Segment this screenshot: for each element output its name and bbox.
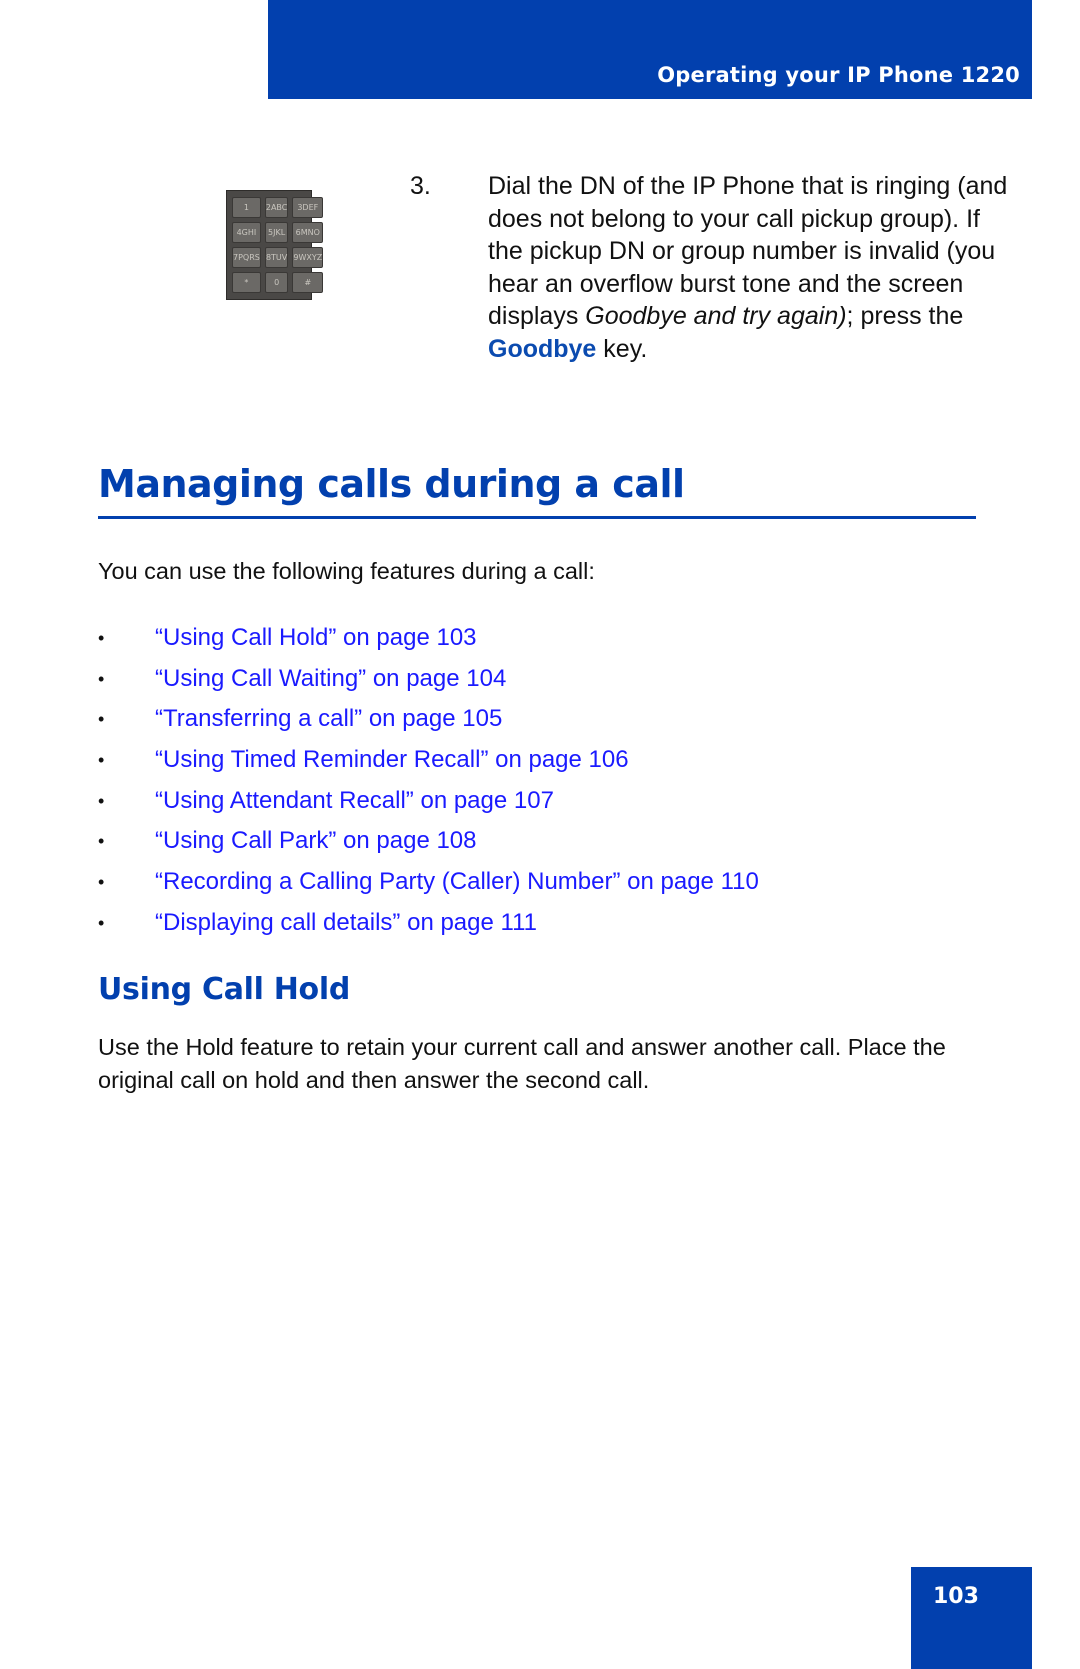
link-transferring-a-call[interactable]: “Transferring a call” on page 105: [155, 703, 502, 735]
dialpad-key: 1: [232, 197, 261, 218]
dialpad-key: 7PQRS: [232, 247, 261, 268]
step-text: Dial the DN of the IP Phone that is ring…: [488, 170, 1008, 365]
goodbye-key-label: Goodbye: [488, 334, 597, 363]
header-title: Operating your IP Phone 1220: [657, 63, 1020, 87]
step-number: 3.: [410, 172, 431, 200]
dialpad-key: 3DEF: [292, 197, 324, 218]
section-title: Managing calls during a call: [98, 462, 685, 506]
step-screen-message: Goodbye and try again): [585, 302, 847, 330]
subsection-body: Use the Hold feature to retain your curr…: [98, 1034, 946, 1093]
dialpad-key: *: [232, 272, 261, 293]
section-intro: You can use the following features durin…: [98, 558, 595, 584]
page-number-box: 103: [911, 1567, 1032, 1669]
bullet-icon: •: [98, 709, 105, 730]
bullet-icon: •: [98, 750, 105, 771]
header-banner: Operating your IP Phone 1220: [268, 0, 1032, 99]
dialpad-key: 6MNO: [292, 222, 324, 243]
step-text-end: key.: [596, 334, 648, 363]
dialpad-image: 1 2ABC 3DEF 4GHI 5JKL 6MNO 7PQRS 8TUV 9W…: [226, 190, 324, 300]
page-number: 103: [933, 1584, 979, 1609]
bullet-icon: •: [98, 831, 105, 852]
subsection-title: Using Call Hold: [98, 972, 351, 1007]
bullet-icon: •: [98, 668, 105, 689]
bullet-icon: •: [98, 628, 105, 648]
link-timed-reminder-recall[interactable]: “Using Timed Reminder Recall” on page 10…: [155, 744, 629, 776]
link-displaying-call-details[interactable]: “Displaying call details” on page 111: [155, 907, 537, 939]
link-attendant-recall[interactable]: “Using Attendant Recall” on page 107: [155, 785, 554, 817]
dialpad-key: 9WXYZ: [292, 247, 324, 268]
link-using-call-waiting[interactable]: “Using Call Waiting” on page 104: [155, 663, 506, 695]
dialpad-key: 0: [264, 272, 289, 293]
dialpad-key: 5JKL: [264, 222, 289, 243]
step-text-middle: ; press the: [846, 302, 964, 330]
link-using-call-hold[interactable]: “Using Call Hold” on page 103: [155, 622, 477, 654]
dialpad-key: 8TUV: [264, 247, 289, 268]
link-recording-caller-number[interactable]: “Recording a Calling Party (Caller) Numb…: [155, 866, 759, 898]
dialpad-key: 4GHI: [232, 222, 261, 243]
bullet-icon: •: [98, 912, 105, 933]
dialpad-key: 2ABC: [264, 197, 289, 218]
link-call-park[interactable]: “Using Call Park” on page 108: [155, 825, 477, 857]
bullet-icon: •: [98, 790, 105, 811]
bullet-icon: •: [98, 872, 105, 893]
dialpad-key: #: [292, 272, 324, 293]
section-divider: [98, 516, 976, 519]
